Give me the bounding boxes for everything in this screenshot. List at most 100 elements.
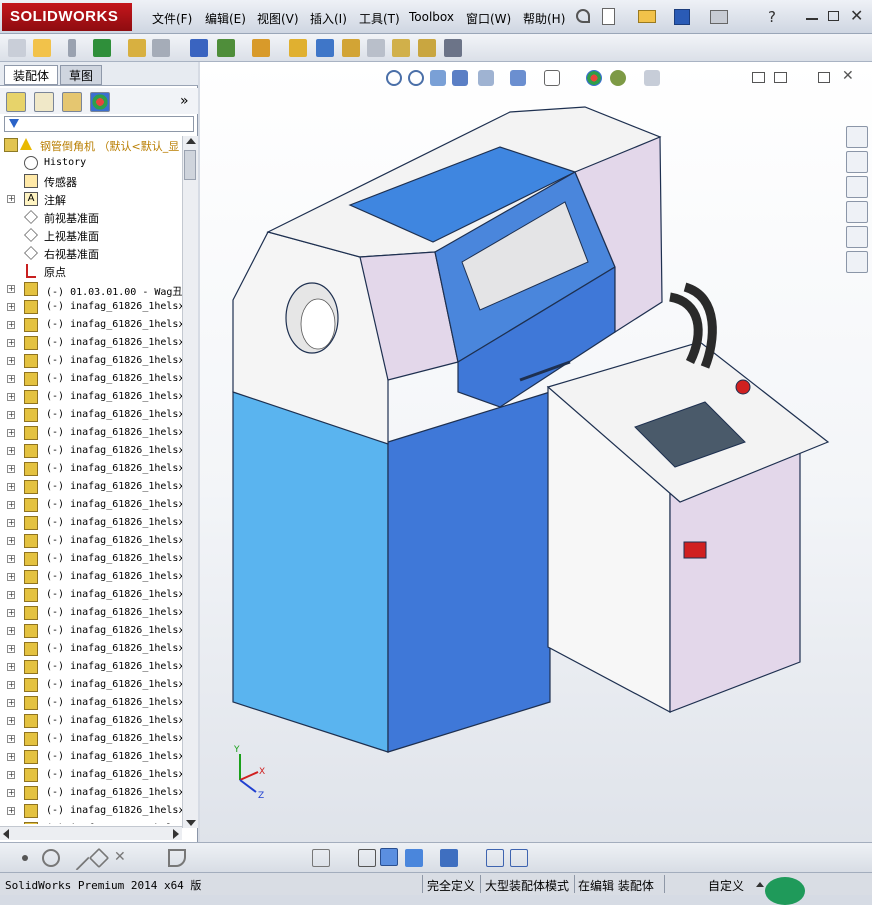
tree-component-row[interactable]: +(-) inafag_61826_1helsx — [0, 604, 182, 622]
tree-component-row[interactable]: +(-) inafag_61826_1helsx — [0, 802, 182, 820]
bill-of-materials-icon[interactable] — [342, 39, 360, 57]
pin-icon[interactable] — [576, 9, 590, 23]
tree-component-row[interactable]: +(-) inafag_61826_1helsx — [0, 550, 182, 568]
tree-sensors[interactable]: 传感器 — [0, 172, 182, 190]
more-arrows[interactable]: » — [180, 93, 189, 109]
help-icon[interactable]: ? — [768, 8, 776, 26]
scroll-thumb[interactable] — [184, 150, 196, 180]
tree-front-plane[interactable]: 前视基准面 — [0, 208, 182, 226]
tile-vertical-icon[interactable] — [510, 849, 528, 867]
close-icon[interactable]: ✕ — [850, 6, 863, 25]
menu-toolbox[interactable]: Toolbox — [409, 10, 454, 24]
expand-icon[interactable]: + — [7, 393, 15, 401]
reference-geometry-icon[interactable] — [289, 39, 307, 57]
tree-origin[interactable]: 原点 — [0, 262, 182, 280]
tree-component-row[interactable]: +(-) inafag_61826_1helsx — [0, 298, 182, 316]
tree-component-row[interactable]: +(-) inafag_61826_1helsx — [0, 478, 182, 496]
expand-icon[interactable]: + — [7, 411, 15, 419]
expand-icon[interactable]: + — [7, 429, 15, 437]
restore-icon[interactable] — [828, 11, 839, 21]
point-icon[interactable] — [22, 855, 28, 861]
expand-icon[interactable]: + — [7, 645, 15, 653]
tree-component-row[interactable]: +(-) inafag_61826_1helsx — [0, 586, 182, 604]
tree-component-row[interactable]: +(-) inafag_61826_1helsx — [0, 352, 182, 370]
tree-component-row[interactable]: +(-) inafag_61826_1helsx — [0, 820, 182, 824]
paperclip-icon[interactable] — [68, 39, 76, 57]
expand-icon[interactable]: + — [7, 195, 15, 203]
expand-icon[interactable]: + — [7, 807, 15, 815]
tree-component-row[interactable]: +(-) inafag_61826_1helsx — [0, 442, 182, 460]
units-dropdown-icon[interactable] — [756, 882, 764, 887]
3d-sketch-icon[interactable] — [358, 849, 376, 867]
tree-component-row[interactable]: +(-) inafag_61826_1helsx — [0, 640, 182, 658]
design-library-icon[interactable] — [846, 151, 868, 173]
show-hidden-icon[interactable] — [217, 39, 235, 57]
tree-component-row[interactable]: +(-) inafag_61826_1helsx — [0, 676, 182, 694]
tree-annotations[interactable]: + A 注解 — [0, 190, 182, 208]
home-icon[interactable] — [846, 126, 868, 148]
expand-icon[interactable]: + — [7, 663, 15, 671]
display-states-icon[interactable] — [444, 39, 462, 57]
tree-component-row[interactable]: +(-) inafag_61826_1helsx — [0, 514, 182, 532]
tree-component-row[interactable]: +(-) inafag_61826_1helsx — [0, 568, 182, 586]
new-part-icon[interactable] — [8, 39, 26, 57]
scroll-right-icon[interactable] — [173, 829, 179, 839]
shaded-display-icon[interactable] — [380, 848, 398, 866]
exploded-view-icon[interactable] — [367, 39, 385, 57]
tree-component-row[interactable]: +(-) inafag_61826_1helsx — [0, 316, 182, 334]
tree-component-row[interactable]: +(-) inafag_61826_1helsx — [0, 748, 182, 766]
expand-icon[interactable]: + — [7, 699, 15, 707]
model-render[interactable]: Y X Z — [200, 62, 872, 842]
file-explorer-icon[interactable] — [846, 176, 868, 198]
view-cube-icon[interactable] — [405, 849, 423, 867]
solidworks-logo[interactable]: SOLIDWORKS — [2, 3, 132, 31]
tree-component-row[interactable]: +(-) inafag_61826_1helsx — [0, 460, 182, 478]
tree-horizontal-scrollbar[interactable] — [0, 826, 182, 840]
menu-insert[interactable]: 插入(I) — [310, 10, 347, 27]
trim-icon[interactable]: ✕ — [114, 849, 132, 867]
expand-icon[interactable]: + — [7, 465, 15, 473]
tree-component-row[interactable]: +(-) inafag_61826_1helsx — [0, 622, 182, 640]
tree-component-row[interactable]: +(-) inafag_61826_1helsx — [0, 730, 182, 748]
expand-icon[interactable]: + — [7, 537, 15, 545]
scroll-up-icon[interactable] — [186, 138, 196, 144]
expand-icon[interactable]: + — [7, 303, 15, 311]
expand-icon[interactable]: + — [7, 681, 15, 689]
tile-horizontal-icon[interactable] — [486, 849, 504, 867]
open-folder-icon[interactable] — [638, 10, 656, 23]
expand-icon[interactable]: + — [7, 483, 15, 491]
expand-icon[interactable]: + — [7, 285, 15, 293]
linear-pattern-icon[interactable] — [128, 39, 146, 57]
tree-vertical-scrollbar[interactable] — [182, 136, 198, 828]
explode-line-icon[interactable] — [392, 39, 410, 57]
view-palette-icon[interactable] — [846, 201, 868, 223]
scroll-left-icon[interactable] — [3, 829, 9, 839]
tree-component[interactable]: + (-) 01.03.01.00 - Wag丑 — [0, 280, 182, 298]
menu-help[interactable]: 帮助(H) — [523, 10, 565, 27]
tree-component-row[interactable]: +(-) inafag_61826_1helsx — [0, 424, 182, 442]
expand-icon[interactable]: + — [7, 501, 15, 509]
tree-component-row[interactable]: +(-) inafag_61826_1helsx — [0, 496, 182, 514]
appearances-icon[interactable] — [846, 226, 868, 248]
tree-component-row[interactable]: +(-) inafag_61826_1helsx — [0, 784, 182, 802]
expand-icon[interactable]: + — [7, 573, 15, 581]
tab-sketch[interactable]: 草图 — [60, 65, 103, 85]
tree-component-row[interactable]: +(-) inafag_61826_1helsx — [0, 712, 182, 730]
smart-fasteners-icon[interactable] — [152, 39, 170, 57]
move-component-icon[interactable] — [190, 39, 208, 57]
new-document-icon[interactable] — [602, 8, 615, 25]
filter-icon[interactable] — [9, 119, 19, 128]
tab-assembly[interactable]: 装配体 — [4, 65, 59, 85]
menu-edit[interactable]: 编辑(E) — [205, 10, 246, 27]
tree-component-row[interactable]: +(-) inafag_61826_1helsx — [0, 406, 182, 424]
minimize-icon[interactable] — [806, 18, 818, 20]
expand-icon[interactable]: + — [7, 375, 15, 383]
expand-icon[interactable]: + — [7, 789, 15, 797]
save-icon[interactable] — [674, 9, 690, 25]
new-motion-study-icon[interactable] — [316, 39, 334, 57]
custom-properties-icon[interactable] — [846, 251, 868, 273]
expand-icon[interactable]: + — [7, 339, 15, 347]
polygon-icon[interactable] — [88, 847, 110, 869]
tree-root[interactable]: 钢管倒角机 （默认<默认_显 — [0, 136, 182, 154]
scroll-down-icon[interactable] — [186, 820, 196, 826]
